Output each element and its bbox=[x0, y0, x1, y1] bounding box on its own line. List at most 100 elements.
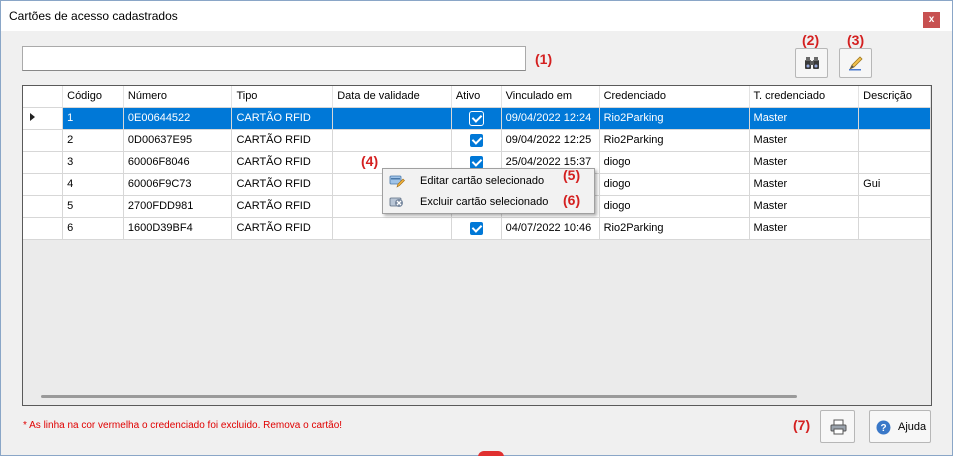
column-header-tipo[interactable]: Tipo bbox=[231, 86, 334, 108]
callout-7: (7) bbox=[793, 417, 811, 433]
cell-descricao: Gui bbox=[858, 173, 931, 196]
cell-validade bbox=[332, 107, 452, 130]
row-selector[interactable] bbox=[23, 217, 64, 240]
cell-credenciado: Rio2Parking bbox=[599, 107, 750, 130]
row-selector[interactable] bbox=[23, 129, 64, 152]
cell-codigo: 1 bbox=[62, 107, 124, 130]
menu-item-label: Excluir cartão selecionado bbox=[420, 196, 549, 208]
printer-icon bbox=[830, 419, 847, 435]
column-header-numero[interactable]: Número bbox=[123, 86, 233, 108]
close-icon: x bbox=[928, 14, 935, 25]
cell-tcred: Master bbox=[749, 151, 860, 174]
cell-credenciado: diogo bbox=[599, 173, 750, 196]
svg-text:?: ? bbox=[880, 423, 886, 434]
cell-numero: 0D00637E95 bbox=[123, 129, 233, 152]
cell-codigo: 6 bbox=[62, 217, 124, 240]
column-header-credenciado[interactable]: Credenciado bbox=[599, 86, 750, 108]
cell-ativo[interactable] bbox=[451, 217, 502, 240]
cell-descricao bbox=[858, 129, 931, 152]
cell-codigo: 3 bbox=[62, 151, 124, 174]
row-selector[interactable] bbox=[23, 107, 64, 130]
scrollbar-thumb[interactable] bbox=[41, 395, 797, 398]
callout-4: (4) bbox=[361, 153, 379, 169]
cell-credenciado: diogo bbox=[599, 195, 750, 218]
menu-item-edit-card[interactable]: Editar cartão selecionado bbox=[385, 171, 592, 191]
cell-ativo[interactable] bbox=[451, 129, 502, 152]
menu-item-label: Editar cartão selecionado bbox=[420, 175, 545, 187]
cards-table: Código Número Tipo Data de validade Ativ… bbox=[23, 86, 931, 240]
cell-tipo: CARTÃO RFID bbox=[231, 195, 334, 218]
callout-5: (5) bbox=[563, 167, 581, 183]
cell-numero: 60006F9C73 bbox=[123, 173, 233, 196]
column-header-descricao[interactable]: Descrição bbox=[858, 86, 931, 108]
cell-ativo[interactable] bbox=[451, 107, 502, 130]
cell-codigo: 5 bbox=[62, 195, 124, 218]
help-icon: ? bbox=[876, 420, 891, 435]
cell-credenciado: Rio2Parking bbox=[599, 129, 750, 152]
search-input[interactable] bbox=[22, 46, 526, 71]
window-title: Cartões de acesso cadastrados bbox=[9, 9, 178, 23]
delete-card-icon bbox=[389, 197, 403, 207]
cell-tcred: Master bbox=[749, 173, 860, 196]
cell-tcred: Master bbox=[749, 129, 860, 152]
cell-tcred: Master bbox=[749, 107, 860, 130]
edit-card-icon bbox=[389, 175, 405, 188]
column-header-validade[interactable]: Data de validade bbox=[332, 86, 452, 108]
callout-1: (1) bbox=[535, 51, 553, 67]
column-header-codigo[interactable]: Código bbox=[62, 86, 124, 108]
cell-tcred: Master bbox=[749, 217, 860, 240]
table-row[interactable]: 6 1600D39BF4 CARTÃO RFID 04/07/2022 10:46 Ri… bbox=[23, 217, 931, 240]
close-button[interactable]: x bbox=[923, 12, 940, 28]
cell-codigo: 4 bbox=[62, 173, 124, 196]
title-bar: Cartões de acesso cadastrados x bbox=[1, 1, 952, 31]
column-header-vinculado[interactable]: Vinculado em bbox=[501, 86, 600, 108]
table-row[interactable]: 2 0D00637E95 CARTÃO RFID 09/04/2022 12:25 Ri… bbox=[23, 129, 931, 152]
footer-note: * As linha na cor vermelha o credenciado… bbox=[23, 420, 343, 431]
table-row[interactable]: 1 0E00644522 CARTÃO RFID 09/04/2022 12:24 Ri… bbox=[23, 107, 931, 130]
cell-tipo: CARTÃO RFID bbox=[231, 107, 334, 130]
cell-credenciado: diogo bbox=[599, 151, 750, 174]
cell-numero: 0E00644522 bbox=[123, 107, 233, 130]
cell-vinculado: 09/04/2022 12:24 bbox=[501, 107, 600, 130]
help-button[interactable]: ? Ajuda bbox=[869, 410, 931, 443]
cell-descricao bbox=[858, 151, 931, 174]
callout-3: (3) bbox=[847, 32, 865, 48]
column-header-rowselector bbox=[23, 86, 64, 108]
print-button[interactable] bbox=[820, 410, 855, 443]
help-button-label: Ajuda bbox=[898, 421, 927, 433]
row-selector[interactable] bbox=[23, 173, 64, 196]
cell-validade bbox=[332, 217, 452, 240]
current-row-arrow-icon bbox=[30, 113, 35, 121]
cell-codigo: 2 bbox=[62, 129, 124, 152]
cell-tipo: CARTÃO RFID bbox=[231, 129, 334, 152]
search-button[interactable] bbox=[795, 48, 828, 78]
horizontal-scrollbar[interactable] bbox=[23, 388, 931, 405]
cell-descricao bbox=[858, 217, 931, 240]
row-selector[interactable] bbox=[23, 151, 64, 174]
cell-descricao bbox=[858, 195, 931, 218]
cell-numero: 1600D39BF4 bbox=[123, 217, 233, 240]
row-selector[interactable] bbox=[23, 195, 64, 218]
dialog-window: Cartões de acesso cadastrados x (1) (2) … bbox=[0, 0, 953, 456]
cell-vinculado: 04/07/2022 10:46 bbox=[501, 217, 600, 240]
cards-grid[interactable]: Código Número Tipo Data de validade Ativ… bbox=[22, 85, 932, 406]
cell-tcred: Master bbox=[749, 195, 860, 218]
column-header-tcredenciado[interactable]: T. credenciado bbox=[749, 86, 860, 108]
checkbox-checked-icon[interactable] bbox=[469, 221, 483, 235]
bottom-marker bbox=[478, 451, 504, 456]
callout-2: (2) bbox=[802, 32, 820, 48]
edit-button[interactable] bbox=[839, 48, 872, 78]
cell-vinculado: 09/04/2022 12:25 bbox=[501, 129, 600, 152]
grid-header-row: Código Número Tipo Data de validade Ativ… bbox=[23, 86, 931, 108]
cell-numero: 2700FDD981 bbox=[123, 195, 233, 218]
cell-descricao bbox=[858, 107, 931, 130]
cell-credenciado: Rio2Parking bbox=[599, 217, 750, 240]
cell-tipo: CARTÃO RFID bbox=[231, 151, 334, 174]
cell-tipo: CARTÃO RFID bbox=[231, 173, 334, 196]
checkbox-checked-icon[interactable] bbox=[469, 133, 483, 147]
checkbox-checked-icon[interactable] bbox=[468, 110, 484, 126]
checkbox-checked-icon[interactable] bbox=[469, 155, 483, 169]
menu-item-delete-card[interactable]: Excluir cartão selecionado bbox=[385, 192, 592, 212]
column-header-ativo[interactable]: Ativo bbox=[451, 86, 502, 108]
binoculars-icon bbox=[805, 57, 819, 69]
